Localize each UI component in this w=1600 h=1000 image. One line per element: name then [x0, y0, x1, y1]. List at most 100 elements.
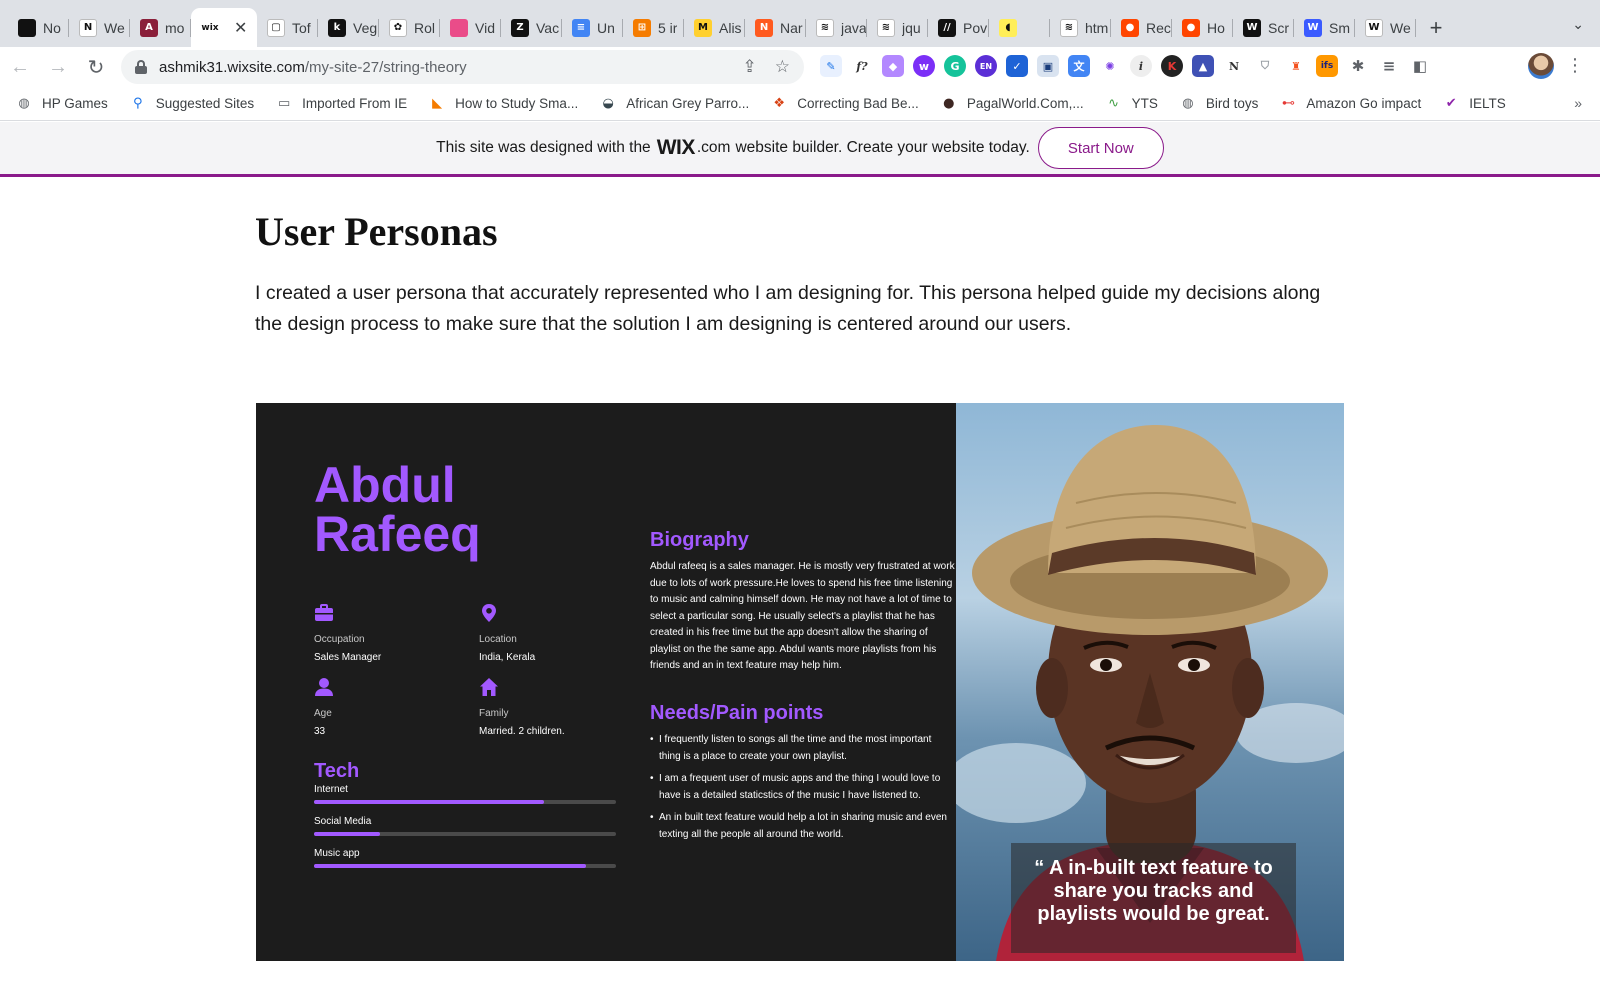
url-path: /my-site-27/string-theory: [304, 58, 467, 76]
bookmark-item[interactable]: ◣ How to Study Sma...: [429, 96, 578, 112]
side-panel-icon[interactable]: ◧: [1409, 55, 1431, 77]
grammarly-icon[interactable]: G: [944, 55, 966, 77]
browser-tab[interactable]: M Alis: [684, 8, 745, 47]
bookmark-item[interactable]: ◍ HP Games: [16, 96, 107, 112]
browser-tab[interactable]: ≋ jqu: [867, 8, 928, 47]
bookmark-label: Bird toys: [1205, 96, 1259, 111]
back-button[interactable]: ←: [2, 49, 38, 85]
browser-tab[interactable]: ● Rec: [1111, 8, 1172, 47]
browser-tab[interactable]: ⊞ 5 ir: [623, 8, 684, 47]
browser-tab[interactable]: Z Vac: [501, 8, 562, 47]
extension-pen-icon[interactable]: ✎: [820, 55, 842, 77]
tech-skill-fill: [314, 864, 586, 868]
bookmark-item[interactable]: ⚲ Suggested Sites: [130, 96, 254, 112]
tab-title: java: [841, 19, 867, 36]
browser-tab[interactable]: ◖: [989, 8, 1050, 47]
extension-info-icon[interactable]: i: [1130, 55, 1152, 77]
browser-tab[interactable]: Amo: [130, 8, 191, 47]
lock-icon[interactable]: [135, 60, 147, 74]
browser-tab[interactable]: N We: [69, 8, 130, 47]
need-item: An in built text feature would help a lo…: [650, 810, 955, 843]
extension-ifs-icon[interactable]: ifs: [1316, 55, 1338, 77]
tab-title: Ho: [1207, 19, 1225, 36]
browser-tab[interactable]: N Nar: [745, 8, 806, 47]
new-tab-button[interactable]: +: [1416, 8, 1456, 47]
forward-button[interactable]: →: [40, 49, 76, 85]
browser-tab[interactable]: ≡ Un: [562, 8, 623, 47]
tab-search-chevron-icon[interactable]: ⌄: [1572, 16, 1584, 33]
bookmark-item[interactable]: ∿ YTS: [1106, 96, 1158, 112]
extension-shape-icon[interactable]: ◆: [882, 55, 904, 77]
browser-tab[interactable]: Vid: [440, 8, 501, 47]
folder-icon: ▭: [277, 96, 291, 111]
browser-tab[interactable]: W Scr: [1233, 8, 1294, 47]
google-translate-icon[interactable]: 文: [1068, 55, 1090, 77]
extension-k-icon[interactable]: K: [1161, 55, 1183, 77]
tab-strip: No N We Amo wix ✕ ▢ Tof k Veg ✿ Rol Vid Z Vac ≡ Un ⊞ 5 ir M…: [0, 0, 1600, 47]
needs-title: Needs/Pain points: [650, 702, 824, 724]
bookmarks-overflow-icon[interactable]: »: [1574, 95, 1582, 111]
tab-title: jqu: [902, 19, 921, 36]
extension-cap-icon[interactable]: ▲: [1192, 55, 1214, 77]
start-now-button[interactable]: Start Now: [1037, 127, 1164, 169]
reload-button[interactable]: ↻: [78, 49, 114, 85]
extension-w-icon[interactable]: w: [913, 55, 935, 77]
miro-icon: M: [694, 18, 712, 37]
browser-menu-icon[interactable]: ⋮: [1566, 55, 1584, 76]
biography-text: Abdul rafeeq is a sales manager. He is m…: [650, 561, 955, 671]
browser-tab[interactable]: No: [8, 8, 69, 47]
share-icon[interactable]: ⇪: [743, 57, 757, 77]
bookmark-star-icon[interactable]: ☆: [775, 57, 790, 77]
bookmark-item[interactable]: ✔ IELTS: [1443, 96, 1506, 112]
bookmark-item[interactable]: ▭ Imported From IE: [276, 96, 407, 112]
n-icon: N: [755, 18, 773, 37]
extension-shield-icon[interactable]: ⛉: [1254, 55, 1276, 77]
extension-check-icon[interactable]: ✓: [1006, 55, 1028, 77]
tab-title: 5 ir: [658, 19, 678, 36]
browser-tab[interactable]: ≋ htm: [1050, 8, 1111, 47]
tech-skill: Social Media: [314, 816, 616, 836]
reading-list-icon[interactable]: ≡: [1378, 55, 1400, 77]
browser-tab[interactable]: ▢ Tof: [257, 8, 318, 47]
profile-avatar[interactable]: [1528, 53, 1554, 79]
tech-skill-label: Music app: [314, 848, 360, 859]
browser-toolbar: ← → ↻ ashmik31.wixsite.com/my-site-27/st…: [0, 47, 1600, 87]
bookmark-item[interactable]: ⊷ Amazon Go impact: [1280, 96, 1421, 112]
tech-skill-track: [314, 800, 616, 804]
browser-tab[interactable]: ● Ho: [1172, 8, 1233, 47]
openai-icon: ✿: [389, 18, 407, 37]
browser-tab[interactable]: W We: [1355, 8, 1416, 47]
browser-tab[interactable]: // Pov: [928, 8, 989, 47]
tab-title: htm: [1085, 19, 1109, 36]
browser-tab[interactable]: W Sm: [1294, 8, 1355, 47]
browser-tab[interactable]: ≋ java: [806, 8, 867, 47]
bookmark-label: IELTS: [1469, 96, 1506, 111]
fact-age: Age 33: [314, 677, 334, 737]
bookmark-item[interactable]: ❖ Correcting Bad Be...: [771, 96, 918, 112]
tab-title: Veg: [353, 19, 378, 36]
close-tab-icon[interactable]: ✕: [234, 18, 247, 38]
extension-en-icon[interactable]: EN: [975, 55, 997, 77]
extensions-puzzle-icon[interactable]: ✱: [1347, 55, 1369, 77]
bookmark-item[interactable]: ◒ African Grey Parro...: [600, 96, 750, 112]
extension-sparkle-icon[interactable]: ✺: [1099, 55, 1121, 77]
bookmark-label: Amazon Go impact: [1306, 96, 1422, 111]
extension-bell-icon[interactable]: ♜: [1285, 55, 1307, 77]
extension-n-icon[interactable]: N: [1223, 55, 1245, 77]
bookmark-label: How to Study Sma...: [455, 96, 579, 111]
bookmark-label: Suggested Sites: [155, 96, 255, 111]
extension-screen-icon[interactable]: ▣: [1037, 55, 1059, 77]
browser-tab[interactable]: ✿ Rol: [379, 8, 440, 47]
browser-tab[interactable]: k Veg: [318, 8, 379, 47]
bookmark-item[interactable]: ● PagalWorld.Com,...: [941, 96, 1083, 112]
address-bar[interactable]: ashmik31.wixsite.com/my-site-27/string-t…: [121, 50, 804, 84]
wix-logo: WIX: [656, 136, 696, 159]
browser-tab[interactable]: wix ✕: [191, 8, 257, 47]
tech-skill-label: Social Media: [314, 816, 372, 827]
extension-formula-icon[interactable]: f?: [851, 55, 873, 77]
notion-icon: N: [79, 18, 97, 37]
stackoverflow-icon: ≋: [877, 18, 895, 37]
medium-icon: //: [938, 18, 956, 37]
bookmark-item[interactable]: ◍ Bird toys: [1180, 96, 1259, 112]
persona-first-name: Abdul: [314, 457, 456, 513]
